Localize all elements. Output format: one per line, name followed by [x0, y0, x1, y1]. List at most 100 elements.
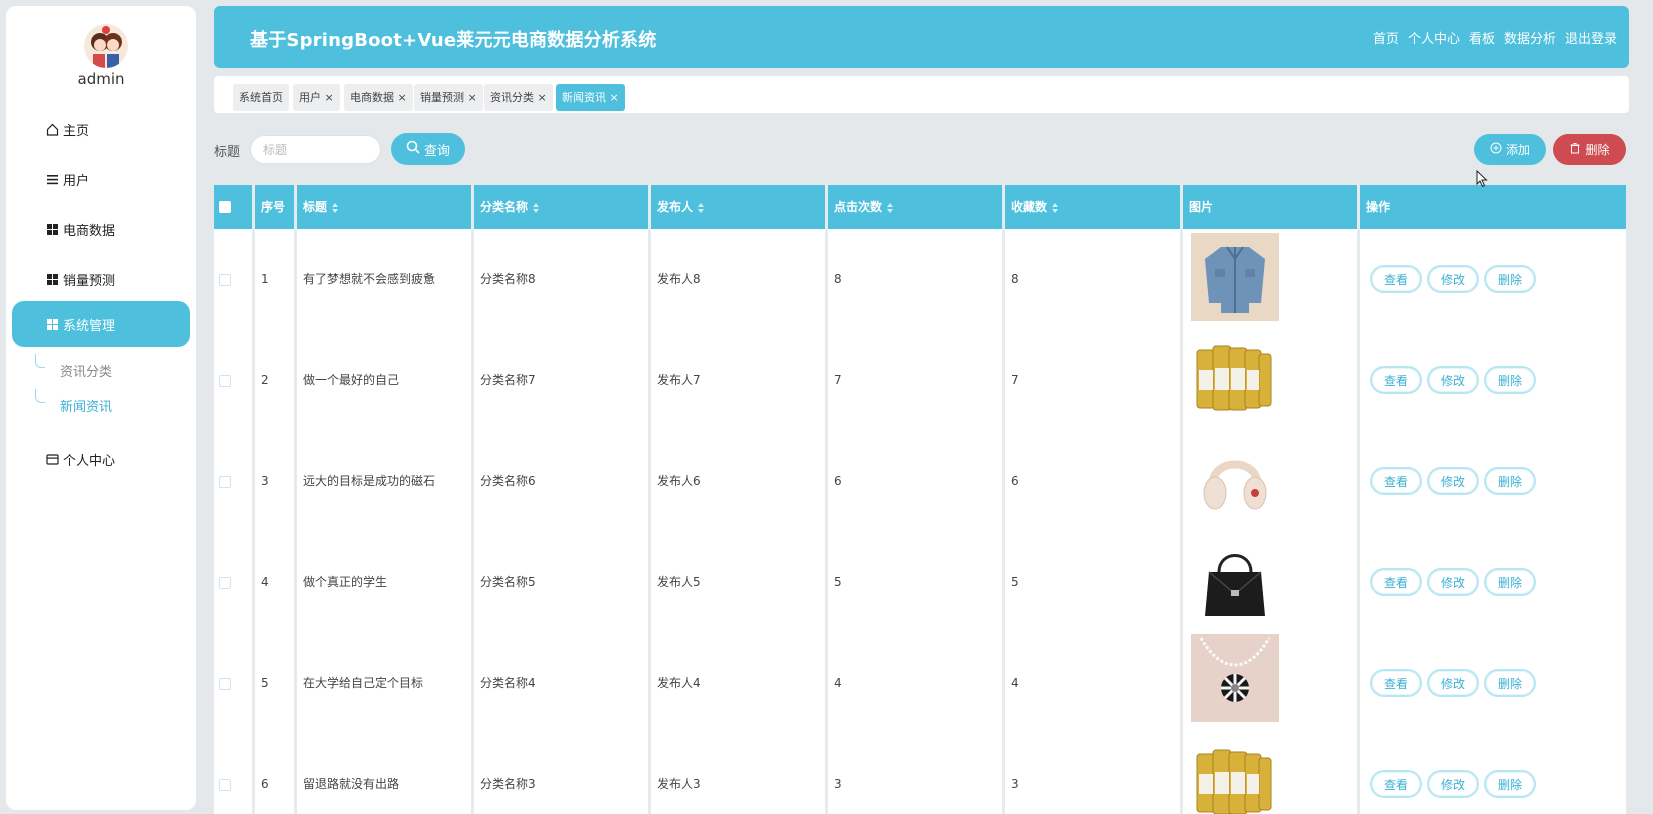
product-image-cans[interactable]	[1191, 336, 1279, 424]
row-checkbox[interactable]	[219, 577, 231, 589]
row-actions: 查看 修改 删除	[1370, 669, 1536, 697]
row-checkbox[interactable]	[219, 678, 231, 690]
close-icon[interactable]: ×	[534, 91, 546, 104]
delete-button[interactable]: 删除	[1484, 568, 1536, 596]
close-icon[interactable]: ×	[394, 91, 406, 104]
sidebar-subitem-news-category[interactable]: 资讯分类	[60, 361, 112, 380]
cell-publisher: 发布人7	[657, 373, 701, 387]
sort-icon[interactable]	[887, 202, 894, 213]
delete-button[interactable]: 删除	[1484, 669, 1536, 697]
column-header-publisher[interactable]: 发布人	[652, 185, 705, 229]
tab-news-category[interactable]: 资讯分类 ×	[484, 84, 553, 111]
cell-clicks: 4	[834, 676, 842, 690]
nav-analytics-link[interactable]: 数据分析	[1504, 28, 1556, 47]
tab-bar: 系统首页 用户 × 电商数据 × 销量预测 × 资讯分类 × 新闻资讯 ×	[214, 76, 1629, 113]
edit-button[interactable]: 修改	[1427, 568, 1479, 596]
sort-icon[interactable]	[698, 202, 705, 213]
view-button[interactable]: 查看	[1370, 366, 1422, 394]
nav-home-link[interactable]: 首页	[1373, 28, 1399, 47]
cell-favorites: 8	[1011, 272, 1019, 286]
view-button[interactable]: 查看	[1370, 467, 1422, 495]
close-icon[interactable]: ×	[606, 91, 618, 104]
delete-button[interactable]: 删除	[1484, 467, 1536, 495]
avatar[interactable]	[84, 24, 128, 68]
edit-button[interactable]: 修改	[1427, 669, 1479, 697]
table-row: 3 远大的目标是成功的磁石 分类名称6 发布人6 6 6 查看 修改 删除	[214, 431, 1626, 532]
sidebar-item-label: 用户	[63, 173, 90, 189]
product-image-handbag[interactable]	[1191, 538, 1279, 626]
cell-category: 分类名称4	[480, 676, 536, 690]
delete-button[interactable]: 删除	[1484, 265, 1536, 293]
view-button[interactable]: 查看	[1370, 770, 1422, 798]
sidebar-item-sales-forecast[interactable]: 销量预测	[12, 256, 190, 302]
nav-dashboard-link[interactable]: 看板	[1469, 28, 1495, 47]
sort-icon[interactable]	[533, 202, 540, 213]
row-checkbox[interactable]	[219, 375, 231, 387]
column-header-label: 分类名称	[480, 200, 529, 214]
column-header-title[interactable]: 标题	[298, 185, 339, 229]
delete-button[interactable]: 删除	[1484, 366, 1536, 394]
tab-label: 新闻资讯	[562, 91, 606, 104]
sidebar-item-label: 电商数据	[63, 223, 116, 239]
cell-clicks: 7	[834, 373, 842, 387]
edit-button[interactable]: 修改	[1427, 265, 1479, 293]
sidebar-subitem-news[interactable]: 新闻资讯	[60, 396, 112, 415]
cell-publisher: 发布人6	[657, 474, 701, 488]
cell-category: 分类名称3	[480, 777, 536, 791]
close-icon[interactable]: ×	[321, 91, 333, 104]
nav-logout-link[interactable]: 退出登录	[1565, 28, 1617, 47]
product-image-necklace[interactable]	[1191, 634, 1279, 722]
row-checkbox[interactable]	[219, 779, 231, 791]
tab-system-home[interactable]: 系统首页	[233, 84, 289, 111]
username: admin	[77, 70, 125, 88]
tab-ecommerce-data[interactable]: 电商数据 ×	[344, 84, 413, 111]
sort-icon[interactable]	[1052, 202, 1059, 213]
close-icon[interactable]: ×	[464, 91, 476, 104]
tab-sales-forecast[interactable]: 销量预测 ×	[414, 84, 483, 111]
row-actions: 查看 修改 删除	[1370, 265, 1536, 293]
sidebar-item-profile[interactable]: 个人中心	[12, 436, 190, 482]
sidebar-item-users[interactable]: 用户	[12, 156, 190, 202]
view-button[interactable]: 查看	[1370, 568, 1422, 596]
cell-favorites: 6	[1011, 474, 1019, 488]
column-header-favorites[interactable]: 收藏数	[1006, 185, 1059, 229]
product-image-jacket[interactable]	[1191, 233, 1279, 321]
delete-button[interactable]: 删除	[1484, 770, 1536, 798]
title-filter-label: 标题	[214, 145, 241, 160]
cell-clicks: 5	[834, 575, 842, 589]
edit-button[interactable]: 修改	[1427, 366, 1479, 394]
sort-icon[interactable]	[332, 202, 339, 213]
tab-users[interactable]: 用户 ×	[293, 84, 340, 111]
sidebar-item-system-management[interactable]: 系统管理	[12, 301, 190, 347]
trash-icon	[1569, 142, 1581, 157]
product-image-headphones[interactable]	[1191, 437, 1279, 525]
product-image-cans[interactable]	[1191, 740, 1279, 814]
bulk-delete-button[interactable]: 删除	[1553, 134, 1626, 165]
cell-index: 2	[261, 373, 269, 387]
edit-button[interactable]: 修改	[1427, 770, 1479, 798]
add-button[interactable]: 添加	[1474, 134, 1546, 165]
query-button[interactable]: 查询	[391, 133, 465, 165]
cell-category: 分类名称5	[480, 575, 536, 589]
column-header-clicks[interactable]: 点击次数	[829, 185, 894, 229]
top-header: 基于SpringBoot+Vue莱元元电商数据分析系统 首页 个人中心 看板 数…	[214, 6, 1629, 68]
sidebar-item-ecommerce-data[interactable]: 电商数据	[12, 206, 190, 252]
cell-publisher: 发布人3	[657, 777, 701, 791]
tab-news[interactable]: 新闻资讯 ×	[556, 84, 625, 111]
header-nav: 首页 个人中心 看板 数据分析 退出登录	[1373, 28, 1617, 47]
column-header-category[interactable]: 分类名称	[475, 185, 540, 229]
nav-profile-link[interactable]: 个人中心	[1408, 28, 1460, 47]
sidebar: admin 主页 用户 电商数据 销量预测 系统管理 资讯分类 新闻资讯 个人中…	[6, 6, 196, 810]
cell-publisher: 发布人5	[657, 575, 701, 589]
edit-button[interactable]: 修改	[1427, 467, 1479, 495]
view-button[interactable]: 查看	[1370, 265, 1422, 293]
view-button[interactable]: 查看	[1370, 669, 1422, 697]
select-all-checkbox[interactable]	[219, 201, 231, 213]
column-header-label: 点击次数	[834, 200, 883, 214]
row-checkbox[interactable]	[219, 476, 231, 488]
sidebar-item-home[interactable]: 主页	[12, 106, 190, 152]
row-checkbox[interactable]	[219, 274, 231, 286]
cell-category: 分类名称6	[480, 474, 536, 488]
title-search-input[interactable]	[250, 135, 381, 164]
sidebar-item-label: 个人中心	[63, 453, 116, 469]
